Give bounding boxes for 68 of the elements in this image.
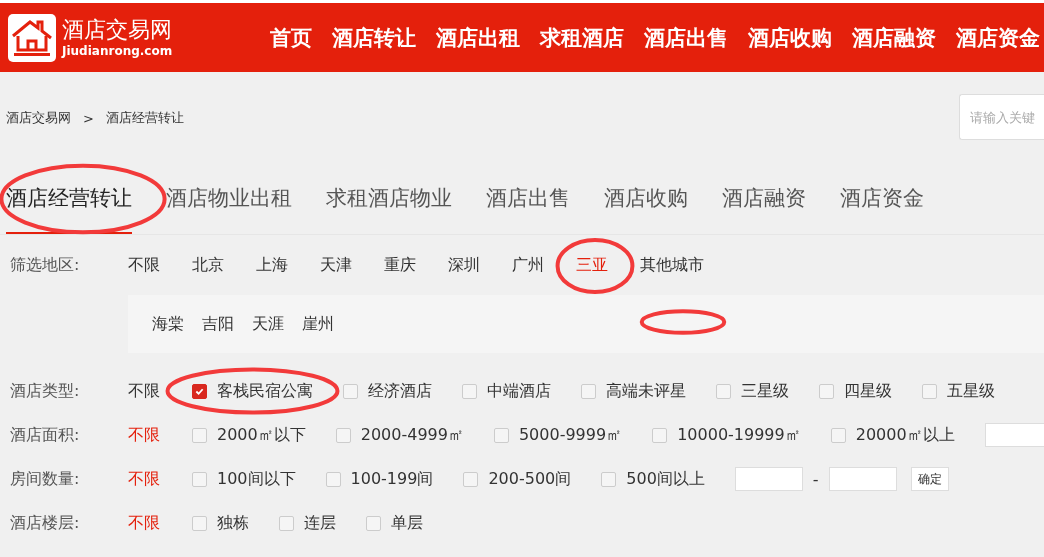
nav-link[interactable]: 酒店出售 (644, 23, 728, 52)
category-tab[interactable]: 酒店收购 (604, 164, 688, 234)
region-link[interactable]: 深圳 (448, 254, 512, 276)
filter-option[interactable]: 500间以上 (626, 468, 705, 490)
filter-label: 酒店类型: (10, 380, 81, 402)
range-input[interactable] (734, 467, 803, 491)
sub-area-link[interactable]: 天涯 (252, 313, 284, 335)
unlimited-link[interactable]: 不限 (128, 512, 192, 534)
nav-link[interactable]: 酒店融资 (852, 23, 936, 52)
range-input[interactable] (828, 467, 897, 491)
filter-option[interactable]: 独栋 (217, 512, 249, 534)
nav-link[interactable]: 求租酒店 (540, 23, 624, 52)
nav-link[interactable]: 酒店转让 (332, 23, 416, 52)
region-link[interactable]: 重庆 (384, 254, 448, 276)
region-link[interactable]: 北京 (192, 254, 256, 276)
filter-option[interactable]: 连层 (304, 512, 336, 534)
range-separator: - (812, 469, 819, 489)
checkbox[interactable] (192, 383, 207, 399)
region-link[interactable]: 天津 (320, 254, 384, 276)
filter-option[interactable]: 20000㎡以上 (855, 424, 955, 446)
region-link[interactable]: 三亚 (576, 254, 640, 276)
nav-link[interactable]: 酒店出租 (436, 23, 520, 52)
filter-label: 酒店楼层: (10, 512, 81, 534)
unlimited-link[interactable]: 不限 (128, 468, 192, 490)
region-link[interactable]: 上海 (256, 254, 320, 276)
sub-area-link[interactable]: 崖州 (302, 313, 334, 335)
breadcrumb-separator: > (83, 110, 94, 126)
breadcrumb-link[interactable]: 酒店交易网 (6, 109, 71, 127)
filter-option[interactable]: 2000-4999㎡ (360, 424, 464, 446)
breadcrumb-link[interactable]: 酒店经营转让 (105, 109, 184, 127)
sub-area-link[interactable]: 海棠 (152, 313, 184, 335)
region-link[interactable]: 广州 (512, 254, 576, 276)
filter-option[interactable]: 10000-19999㎡ (677, 424, 801, 446)
category-tab[interactable]: 酒店物业出租 (166, 164, 292, 234)
filter-option[interactable]: 2000㎡以下 (217, 424, 306, 446)
filter-option[interactable]: 100-199间 (350, 468, 434, 490)
site-name: 酒店交易网 (62, 16, 173, 43)
filter-option[interactable]: 三星级 (741, 380, 789, 402)
filter-option[interactable]: 单层 (391, 512, 423, 534)
nav-link[interactable]: 酒店收购 (748, 23, 832, 52)
filter-option[interactable]: 100间以下 (217, 468, 296, 490)
filter-option[interactable]: 中端酒店 (487, 380, 551, 402)
house-logo-icon (8, 13, 56, 62)
filter-option[interactable]: 经济酒店 (368, 380, 432, 402)
nav-link[interactable]: 首页 (270, 23, 312, 52)
range-input[interactable] (984, 423, 1044, 447)
region-link[interactable]: 其他城市 (640, 254, 704, 276)
filter-label: 筛选地区: (10, 254, 81, 276)
nav-link[interactable]: 酒店资金 (956, 23, 1040, 52)
category-tab[interactable]: 酒店资金 (840, 164, 924, 234)
filter-option[interactable]: 5000-9999㎡ (518, 424, 623, 446)
filter-option[interactable]: 高端未评星 (606, 380, 686, 402)
sub-area-link[interactable]: 吉阳 (202, 313, 234, 335)
region-link[interactable]: 不限 (128, 254, 192, 276)
search-field[interactable]: 请输入关键 (959, 94, 1044, 140)
unlimited-link[interactable]: 不限 (128, 380, 192, 402)
filter-option[interactable]: 五星级 (947, 380, 995, 402)
filter-option[interactable]: 200-500间 (488, 468, 572, 490)
filter-label: 酒店面积: (10, 424, 81, 446)
check-icon (195, 386, 204, 396)
category-tab[interactable]: 酒店融资 (722, 164, 806, 234)
category-tab[interactable]: 酒店出售 (486, 164, 570, 234)
unlimited-link[interactable]: 不限 (128, 424, 192, 446)
confirm-button[interactable]: 确定 (910, 467, 949, 491)
site-domain: Jiudianrong.com (62, 42, 173, 59)
category-tab[interactable]: 求租酒店物业 (326, 164, 452, 234)
filter-option[interactable]: 四星级 (844, 380, 892, 402)
filter-label: 房间数量: (10, 468, 81, 490)
